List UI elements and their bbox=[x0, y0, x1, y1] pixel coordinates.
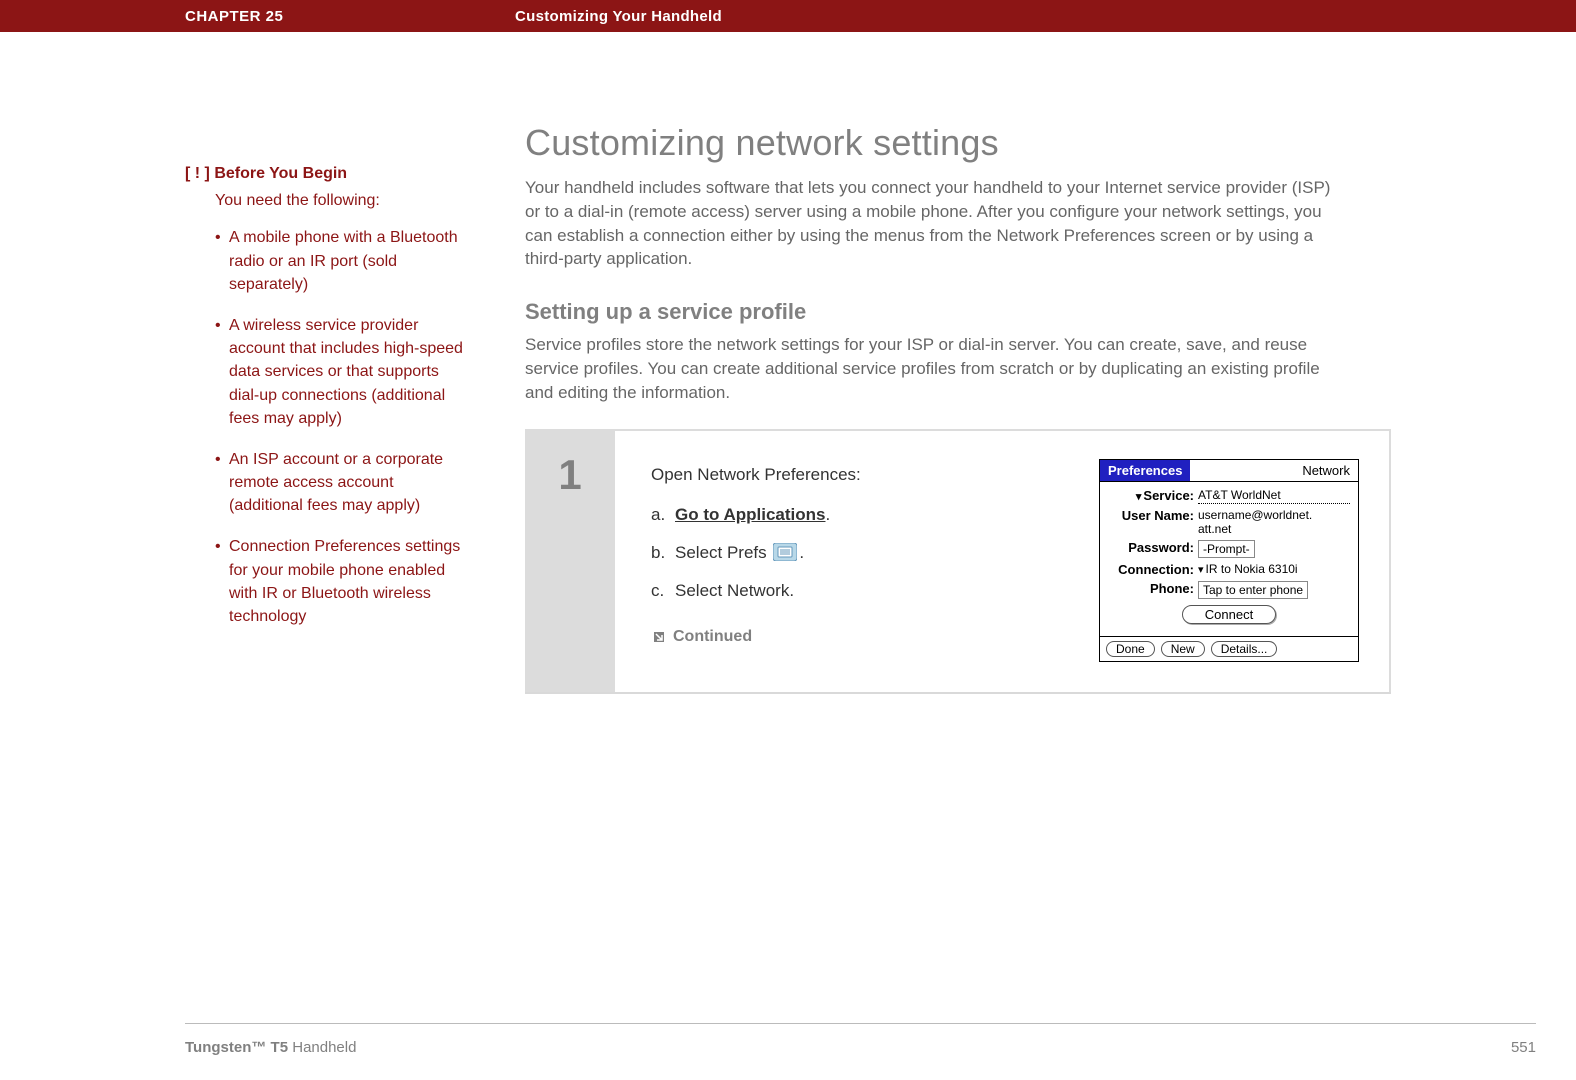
palm-username-row: User Name: username@worldnet. att.net bbox=[1108, 508, 1350, 536]
exclamation-icon: ! bbox=[190, 165, 204, 182]
footer: Tungsten™ T5 Handheld 551 bbox=[185, 1039, 1536, 1056]
section-paragraph: Service profiles store the network setti… bbox=[525, 333, 1345, 404]
footer-page-number: 551 bbox=[1511, 1039, 1536, 1056]
palm-title-left: Preferences bbox=[1100, 460, 1190, 481]
palm-connection-label: Connection: bbox=[1108, 562, 1198, 577]
bullet-icon: • bbox=[215, 226, 229, 296]
section-heading: Setting up a service profile bbox=[525, 299, 1391, 325]
before-you-begin-label: Before You Begin bbox=[210, 165, 347, 182]
step-letter: a. bbox=[651, 499, 675, 531]
step-body: Open Network Preferences: a. Go to Appli… bbox=[615, 429, 1391, 692]
palm-body: ▾Service: AT&T WorldNet User Name: usern… bbox=[1100, 482, 1358, 636]
step-text-before: Select Prefs bbox=[675, 543, 771, 562]
bullet-icon: • bbox=[215, 314, 229, 430]
step-letter: c. bbox=[651, 575, 675, 607]
palm-username-line1: username@worldnet. bbox=[1198, 508, 1350, 522]
list-item-text: A wireless service provider account that… bbox=[229, 314, 465, 430]
bullet-icon: • bbox=[215, 448, 229, 518]
palm-service-row: ▾Service: AT&T WorldNet bbox=[1108, 488, 1350, 504]
footer-product-bold: Tungsten™ T5 bbox=[185, 1039, 288, 1056]
chapter-label: CHAPTER 25 bbox=[185, 8, 515, 25]
step-sub-text: Select Prefs . bbox=[675, 537, 804, 569]
before-you-begin-sidebar: [ ! ] Before You Begin You need the foll… bbox=[185, 32, 465, 694]
palm-title-right: Network bbox=[1190, 460, 1358, 481]
list-item-text: An ISP account or a corporate remote acc… bbox=[229, 448, 465, 518]
step-sub-c: c. Select Network. bbox=[651, 575, 1059, 607]
step-sub-text: Go to Applications. bbox=[675, 499, 830, 531]
palm-phone-label: Phone: bbox=[1108, 581, 1198, 596]
palm-bottom-buttons: Done New Details... bbox=[1100, 636, 1358, 661]
palm-title-bar: Preferences Network bbox=[1100, 460, 1358, 482]
palm-connection-value[interactable]: ▾IR to Nokia 6310i bbox=[1198, 562, 1350, 576]
list-item: • A mobile phone with a Bluetooth radio … bbox=[215, 226, 465, 296]
footer-product: Tungsten™ T5 Handheld bbox=[185, 1039, 356, 1056]
palm-phone-row: Phone: Tap to enter phone bbox=[1108, 581, 1350, 599]
bullet-icon: • bbox=[215, 535, 229, 628]
page-heading: Customizing network settings bbox=[525, 122, 1391, 164]
palm-preferences-screenshot: Preferences Network ▾Service: AT&T World… bbox=[1099, 459, 1359, 662]
list-item-text: A mobile phone with a Bluetooth radio or… bbox=[229, 226, 465, 296]
step-number: 1 bbox=[525, 429, 615, 692]
step-instructions: Open Network Preferences: a. Go to Appli… bbox=[651, 459, 1059, 662]
continued-indicator: Continued bbox=[651, 622, 1059, 652]
palm-password-label: Password: bbox=[1108, 540, 1198, 555]
step-box: 1 Open Network Preferences: a. Go to App… bbox=[525, 429, 1391, 694]
intro-paragraph: Your handheld includes software that let… bbox=[525, 176, 1345, 271]
palm-service-label: ▾Service: bbox=[1108, 488, 1198, 503]
palm-connect-row: Connect bbox=[1108, 605, 1350, 624]
continued-arrow-icon bbox=[651, 629, 667, 645]
step-text-after: . bbox=[799, 543, 804, 562]
palm-service-value[interactable]: AT&T WorldNet bbox=[1198, 488, 1350, 504]
palm-username-line2: att.net bbox=[1198, 522, 1350, 536]
palm-username-value[interactable]: username@worldnet. att.net bbox=[1198, 508, 1350, 536]
period: . bbox=[825, 505, 830, 524]
palm-details-button[interactable]: Details... bbox=[1211, 641, 1278, 657]
before-you-begin-heading: [ ! ] Before You Begin bbox=[185, 162, 465, 185]
header-bar: CHAPTER 25 Customizing Your Handheld bbox=[0, 0, 1576, 32]
palm-new-button[interactable]: New bbox=[1161, 641, 1205, 657]
footer-rule bbox=[185, 1023, 1536, 1024]
list-item: • An ISP account or a corporate remote a… bbox=[215, 448, 465, 518]
palm-connection-row: Connection: ▾IR to Nokia 6310i bbox=[1108, 562, 1350, 577]
step-sub-a: a. Go to Applications. bbox=[651, 499, 1059, 531]
main-content: Customizing network settings Your handhe… bbox=[525, 32, 1391, 694]
footer-product-rest: Handheld bbox=[288, 1039, 356, 1056]
list-item-text: Connection Preferences settings for your… bbox=[229, 535, 465, 628]
palm-done-button[interactable]: Done bbox=[1106, 641, 1155, 657]
list-item: • Connection Preferences settings for yo… bbox=[215, 535, 465, 628]
before-you-begin-list: • A mobile phone with a Bluetooth radio … bbox=[185, 226, 465, 628]
header-title: Customizing Your Handheld bbox=[515, 8, 722, 25]
dropdown-arrow-icon: ▾ bbox=[1198, 563, 1204, 576]
palm-phone-value[interactable]: Tap to enter phone bbox=[1198, 581, 1350, 599]
palm-password-value[interactable]: -Prompt- bbox=[1198, 540, 1350, 558]
step-letter: b. bbox=[651, 537, 675, 569]
palm-password-row: Password: -Prompt- bbox=[1108, 540, 1350, 558]
step-sub-text: Select Network. bbox=[675, 575, 794, 607]
dropdown-arrow-icon: ▾ bbox=[1136, 490, 1142, 503]
step-lead: Open Network Preferences: bbox=[651, 459, 1059, 491]
palm-username-label: User Name: bbox=[1108, 508, 1198, 523]
go-to-applications-link[interactable]: Go to Applications bbox=[675, 505, 825, 524]
palm-connect-button[interactable]: Connect bbox=[1182, 605, 1276, 624]
continued-label: Continued bbox=[673, 622, 752, 652]
before-you-begin-intro: You need the following: bbox=[185, 189, 465, 212]
prefs-icon bbox=[773, 543, 797, 561]
list-item: • A wireless service provider account th… bbox=[215, 314, 465, 430]
step-sub-b: b. Select Prefs . bbox=[651, 537, 1059, 569]
